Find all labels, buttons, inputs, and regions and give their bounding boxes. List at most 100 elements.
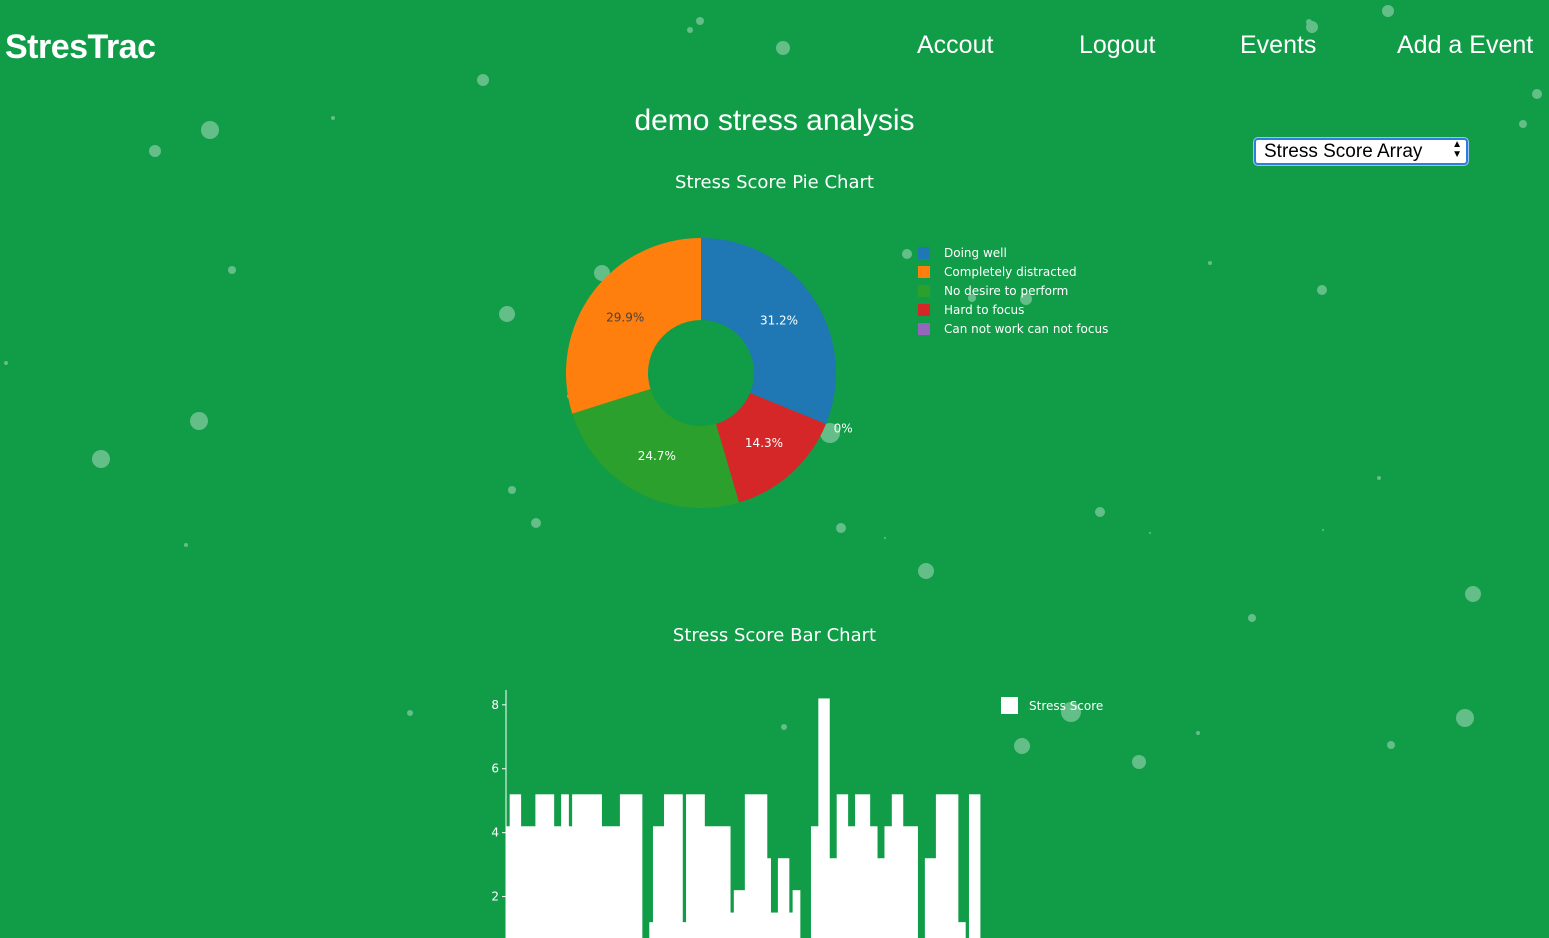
bar[interactable] (660, 826, 665, 938)
bar[interactable] (509, 794, 514, 938)
bar[interactable] (829, 858, 834, 938)
bar[interactable] (719, 826, 724, 938)
bar[interactable] (869, 826, 874, 938)
bar[interactable] (649, 922, 654, 938)
bar[interactable] (722, 826, 727, 938)
bar[interactable] (630, 794, 636, 938)
bar[interactable] (616, 826, 621, 938)
bar[interactable] (836, 794, 841, 938)
bar[interactable] (594, 794, 599, 938)
pie-legend-item-completely-distracted[interactable]: Completely distracted (918, 265, 1108, 284)
bar[interactable] (932, 858, 937, 938)
bar[interactable] (939, 794, 944, 938)
bar[interactable] (866, 794, 871, 938)
bar[interactable] (715, 826, 720, 938)
bar[interactable] (730, 912, 735, 938)
bar[interactable] (961, 922, 966, 938)
pie-slice-doing-well[interactable] (701, 238, 836, 425)
bar[interactable] (678, 794, 683, 938)
bar[interactable] (844, 794, 849, 938)
bar[interactable] (608, 826, 613, 938)
bar[interactable] (737, 890, 742, 938)
bar[interactable] (693, 794, 698, 938)
bar[interactable] (623, 794, 628, 938)
bar[interactable] (877, 858, 882, 938)
bar[interactable] (564, 794, 569, 938)
bar[interactable] (763, 794, 768, 938)
bar[interactable] (888, 826, 893, 938)
bar[interactable] (627, 794, 632, 938)
bar[interactable] (781, 858, 786, 938)
bar[interactable] (873, 826, 878, 938)
bar[interactable] (697, 794, 702, 938)
bar[interactable] (689, 794, 694, 938)
bar[interactable] (810, 826, 816, 938)
pie-legend-item-doing-well[interactable]: Doing well (918, 246, 1108, 265)
bar[interactable] (851, 826, 856, 938)
bar[interactable] (579, 794, 584, 938)
bar[interactable] (671, 794, 676, 938)
bar[interactable] (528, 826, 533, 938)
bar[interactable] (785, 858, 790, 938)
bar[interactable] (664, 794, 669, 938)
bar[interactable] (895, 794, 900, 938)
view-select[interactable]: Stress Score Array ▲ ▼ (1254, 138, 1468, 165)
bar[interactable] (704, 826, 709, 938)
bar[interactable] (553, 826, 558, 938)
bar[interactable] (708, 826, 713, 938)
bar[interactable] (619, 794, 624, 938)
bar[interactable] (884, 826, 889, 938)
bar[interactable] (638, 794, 643, 938)
bar[interactable] (792, 890, 797, 938)
bar[interactable] (910, 826, 915, 938)
bar[interactable] (711, 826, 716, 938)
bar[interactable] (943, 794, 948, 938)
bar[interactable] (686, 794, 691, 938)
nav-add-event-link[interactable]: Add a Event (1397, 31, 1533, 60)
bar[interactable] (777, 858, 782, 938)
bar[interactable] (741, 890, 746, 938)
bar[interactable] (822, 698, 827, 938)
bar[interactable] (748, 794, 753, 938)
bar[interactable] (902, 826, 907, 938)
brand-logo[interactable]: StresTrac (5, 28, 156, 67)
bar[interactable] (954, 794, 959, 938)
bar[interactable] (568, 826, 573, 938)
bar[interactable] (906, 826, 911, 938)
bar[interactable] (586, 794, 591, 938)
bar[interactable] (759, 794, 764, 938)
nav-logout-link[interactable]: Logout (1079, 31, 1155, 60)
bar[interactable] (788, 912, 794, 938)
bar[interactable] (825, 698, 830, 938)
pie-legend-item-can-not-work-can-not-focus[interactable]: Can not work can not focus (918, 322, 1108, 341)
pie-legend-item-hard-to-focus[interactable]: Hard to focus (918, 303, 1108, 322)
bar[interactable] (770, 912, 775, 938)
bar[interactable] (913, 826, 918, 938)
bar[interactable] (572, 794, 577, 938)
bar[interactable] (744, 794, 749, 938)
bar[interactable] (513, 794, 518, 938)
bar[interactable] (652, 826, 658, 938)
bar[interactable] (814, 826, 819, 938)
bar[interactable] (752, 794, 757, 938)
bar[interactable] (840, 794, 845, 938)
bar[interactable] (766, 858, 771, 938)
bar[interactable] (605, 826, 610, 938)
bar[interactable] (561, 794, 566, 938)
bar[interactable] (539, 794, 544, 938)
bar[interactable] (946, 794, 952, 938)
bar[interactable] (583, 794, 588, 938)
bar[interactable] (575, 794, 580, 938)
bar[interactable] (601, 826, 606, 938)
bar[interactable] (891, 794, 896, 938)
bar[interactable] (924, 858, 929, 938)
bar[interactable] (524, 826, 529, 938)
bar[interactable] (935, 794, 940, 938)
bar[interactable] (520, 826, 525, 938)
bar[interactable] (546, 794, 551, 938)
bar[interactable] (682, 922, 687, 938)
bar[interactable] (597, 794, 602, 938)
bar[interactable] (796, 890, 801, 938)
bar[interactable] (726, 826, 731, 938)
bar[interactable] (774, 912, 779, 938)
